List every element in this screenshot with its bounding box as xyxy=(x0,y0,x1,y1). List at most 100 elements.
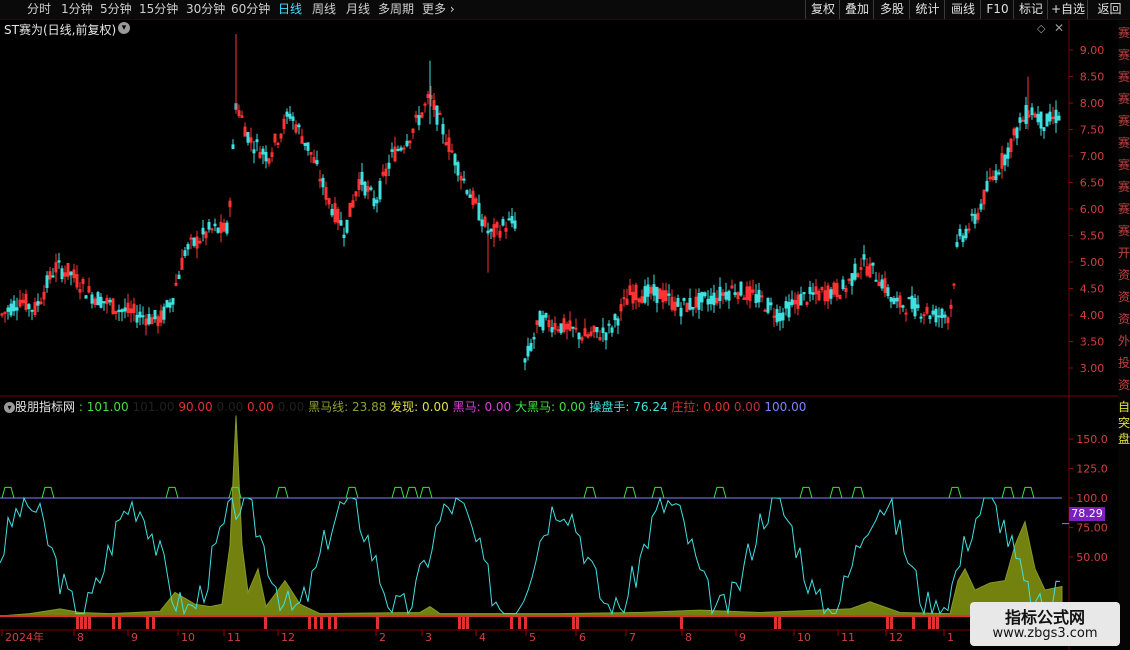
candle-body xyxy=(378,180,382,200)
candle-body xyxy=(850,273,854,286)
sidebar-char: 赛 xyxy=(1118,48,1130,62)
candle-body xyxy=(712,292,716,306)
candle-body xyxy=(697,292,701,310)
candle-body xyxy=(784,301,788,309)
candle-body xyxy=(423,103,427,106)
candle-body xyxy=(84,295,88,299)
indicator-value-0: : 101.00 xyxy=(78,400,129,414)
candle-body xyxy=(1021,119,1025,122)
candle-body xyxy=(456,162,460,176)
candle-body xyxy=(9,303,13,316)
price-axis-label: 8.50 xyxy=(1080,71,1105,84)
candle-body xyxy=(462,178,466,181)
signal-hump xyxy=(391,486,405,499)
toolbar-button-1[interactable]: 叠加 xyxy=(839,0,874,19)
sidebar-char: 赛 xyxy=(1118,136,1130,150)
signal-hump xyxy=(651,486,665,499)
sidebar-char: 资 xyxy=(1118,378,1130,392)
period-tab-1[interactable]: 1分钟 xyxy=(61,1,93,18)
candle-body xyxy=(375,199,379,204)
signal-bar xyxy=(572,616,575,629)
signal-bar xyxy=(84,616,87,629)
candle-body xyxy=(808,286,812,295)
candle-body xyxy=(468,194,472,198)
candle-body xyxy=(757,289,761,303)
period-tab-2[interactable]: 5分钟 xyxy=(100,1,132,18)
sidebar-char: 赛 xyxy=(1118,158,1130,172)
candle-body xyxy=(655,286,659,303)
sidebar-char: 赛 xyxy=(1118,180,1130,194)
candle-body xyxy=(117,309,121,312)
period-tab-9[interactable]: 多周期 xyxy=(378,1,414,18)
candle-body xyxy=(396,149,400,152)
candle-body xyxy=(45,275,49,289)
period-tab-5[interactable]: 60分钟 xyxy=(231,1,270,18)
chevron-right-icon: › xyxy=(446,2,455,16)
candle-body xyxy=(595,327,599,333)
candle-body xyxy=(970,213,974,216)
period-tab-7[interactable]: 周线 xyxy=(312,1,336,18)
candle-body xyxy=(177,274,181,280)
toolbar-button-5[interactable]: F10 xyxy=(980,0,1014,19)
candle-body xyxy=(465,190,469,195)
candle-body xyxy=(538,310,542,327)
candle-body xyxy=(135,314,139,323)
candle-body xyxy=(667,293,671,296)
period-tab-0[interactable]: 分时 xyxy=(27,1,51,18)
candle-body xyxy=(120,309,124,313)
toolbar-button-6[interactable]: 标记 xyxy=(1013,0,1048,19)
period-tab-8[interactable]: 月线 xyxy=(346,1,370,18)
candle-body xyxy=(559,323,563,334)
candle-body xyxy=(922,314,926,317)
date-axis-label: 12 xyxy=(281,631,295,644)
candle-body xyxy=(763,309,767,312)
period-tab-3[interactable]: 15分钟 xyxy=(139,1,178,18)
candle-body xyxy=(60,268,64,280)
candle-body xyxy=(162,306,166,320)
signal-bar xyxy=(152,616,155,629)
toolbar-button-2[interactable]: 多股 xyxy=(873,0,910,19)
period-tab-10[interactable]: 更多 › xyxy=(422,1,455,18)
candle-body xyxy=(69,271,73,276)
candle-body xyxy=(802,292,806,295)
candle-body xyxy=(601,327,605,334)
signal-bar xyxy=(928,616,931,629)
signal-hump xyxy=(829,486,843,499)
chevron-down-icon[interactable]: ▾ xyxy=(4,402,15,413)
watermark-url: www.zbgs3.com xyxy=(992,626,1098,641)
price-axis-label: 5.50 xyxy=(1080,230,1105,243)
candle-body xyxy=(165,300,169,308)
toolbar-button-8[interactable]: 返回 xyxy=(1087,0,1130,19)
toolbar-button-4[interactable]: 画线 xyxy=(944,0,981,19)
signal-bar xyxy=(320,616,323,629)
indicator-axis-label: 125.0 xyxy=(1076,463,1108,476)
period-tab-4[interactable]: 30分钟 xyxy=(186,1,225,18)
sidebar-char: 投 xyxy=(1118,356,1130,370)
period-tab-6[interactable]: 日线 xyxy=(278,1,302,18)
current-value-tag: 78.29 xyxy=(1069,507,1105,521)
signal-hump xyxy=(41,486,55,499)
candle-body xyxy=(781,312,785,321)
signal-bar xyxy=(774,616,777,629)
candle-body xyxy=(787,301,791,318)
candle-body xyxy=(285,111,289,117)
date-axis-label: 12 xyxy=(889,631,903,644)
toolbar-button-7[interactable]: +自选 xyxy=(1047,0,1088,19)
sidebar-char: 赛 xyxy=(1118,92,1130,106)
candle-body xyxy=(769,302,773,306)
candle-body xyxy=(489,228,493,232)
candle-body xyxy=(622,297,626,300)
signal-hump xyxy=(623,486,637,499)
candle-body xyxy=(1042,127,1046,132)
candle-body xyxy=(1006,147,1010,159)
toolbar-button-3[interactable]: 统计 xyxy=(909,0,945,19)
signal-hump xyxy=(1001,486,1015,499)
candle-body xyxy=(12,300,16,312)
candle-body xyxy=(330,208,334,216)
candle-body xyxy=(441,124,445,135)
candle-body xyxy=(138,311,142,318)
candle-body xyxy=(252,149,256,154)
candle-body xyxy=(523,358,527,363)
toolbar-button-0[interactable]: 复权 xyxy=(805,0,840,19)
signal-hump xyxy=(713,486,727,499)
